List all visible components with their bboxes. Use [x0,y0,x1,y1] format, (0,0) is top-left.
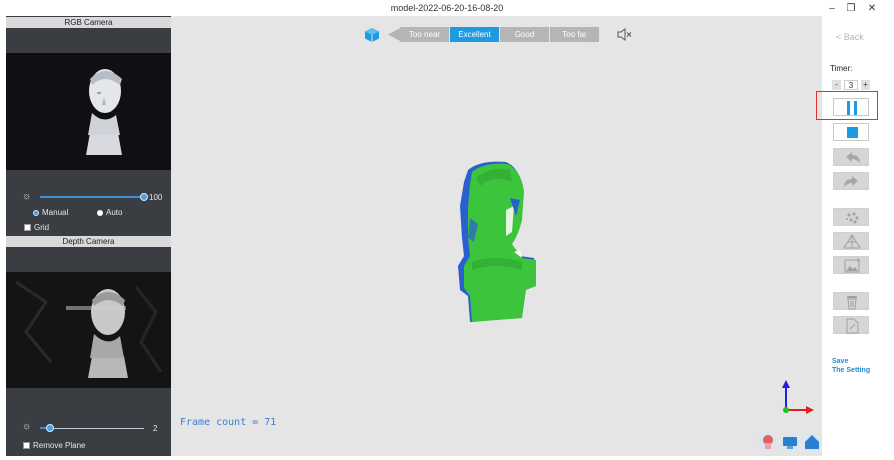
window-title: model-2022-06-20-16-08-20 [390,3,504,13]
save-setting-line1[interactable]: Save [832,358,848,365]
timer-minus-button[interactable]: - [832,80,841,90]
axis-gizmo-icon [782,380,814,414]
auto-radio[interactable] [97,210,103,216]
depth-exposure-knob[interactable] [46,424,54,432]
close-button[interactable]: ✕ [864,2,880,16]
timer-label: Timer: [830,64,853,73]
mesh-icon [843,234,861,249]
rgb-bust-image [6,53,171,170]
manual-radio[interactable] [33,210,39,216]
camera-panel: RGB Camera ☼ 100 Manual Auto Grid Depth … [6,16,171,456]
save-setting-line2[interactable]: The Setting [832,367,870,374]
quality-excellent: Excellent [450,27,499,42]
depth-exposure-value: 2 [153,424,158,433]
depth-bust-image [6,272,171,388]
point-filter-button[interactable] [833,208,869,226]
redo-icon [844,176,858,187]
undo-icon [846,152,860,163]
cube-icon[interactable] [364,27,380,43]
scanned-bust-model[interactable] [450,158,542,326]
bottom-toolbar-icons [759,433,821,451]
rgb-exposure-knob[interactable] [140,193,148,201]
timer-value[interactable]: 3 [844,80,858,90]
stop-button[interactable] [833,123,869,141]
control-panel: < Back Timer: - 3 + Save The Setting [816,16,894,456]
minimize-button[interactable]: – [824,2,840,16]
frame-count-text: Frame count = 71 [180,417,277,428]
file-icon [846,318,859,334]
depth-camera-view [6,272,171,388]
delete-button[interactable] [833,292,869,310]
rgb-exposure-value: 100 [149,193,163,202]
grid-checkbox[interactable] [24,224,31,231]
texture-button[interactable] [833,256,869,274]
undo-button[interactable] [833,148,869,166]
depth-exposure-track[interactable] [40,428,144,429]
grid-label: Grid [34,223,50,232]
rgb-camera-view [6,53,171,170]
export-button[interactable] [833,316,869,334]
quality-good: Good [500,27,549,42]
distance-quality-bar: Too near Excellent Good Too far [388,27,600,42]
auto-label: Auto [106,208,123,217]
stop-icon [847,127,858,138]
depth-camera-header: Depth Camera [6,236,171,247]
pause-button[interactable] [833,98,869,116]
depth-controls: ☼ 2 Remove Plane [6,388,171,456]
scanner-app: model-2022-06-20-16-08-20 – ❐ ✕ RGB Came… [0,0,894,460]
maximize-button[interactable]: ❐ [843,2,859,16]
speaker-mute-icon[interactable] [617,28,633,41]
arrow-right-icon [586,27,600,42]
sun-icon: ☼ [22,421,32,432]
redo-button[interactable] [833,172,869,190]
rgb-camera-header: RGB Camera [6,17,171,28]
quality-too-near: Too near [400,27,449,42]
sun-icon: ☼ [22,191,32,202]
remove-plane-checkbox[interactable] [23,442,30,449]
image-edit-icon [844,258,860,273]
points-icon [846,212,859,224]
remove-plane-label: Remove Plane [33,441,86,450]
pause-icon [847,101,857,115]
mesh-button[interactable] [833,232,869,250]
trash-icon [847,296,857,310]
back-button[interactable]: < Back [836,32,864,42]
timer-plus-button[interactable]: + [861,80,870,90]
rgb-exposure-fill [40,196,144,198]
manual-label: Manual [42,208,69,217]
